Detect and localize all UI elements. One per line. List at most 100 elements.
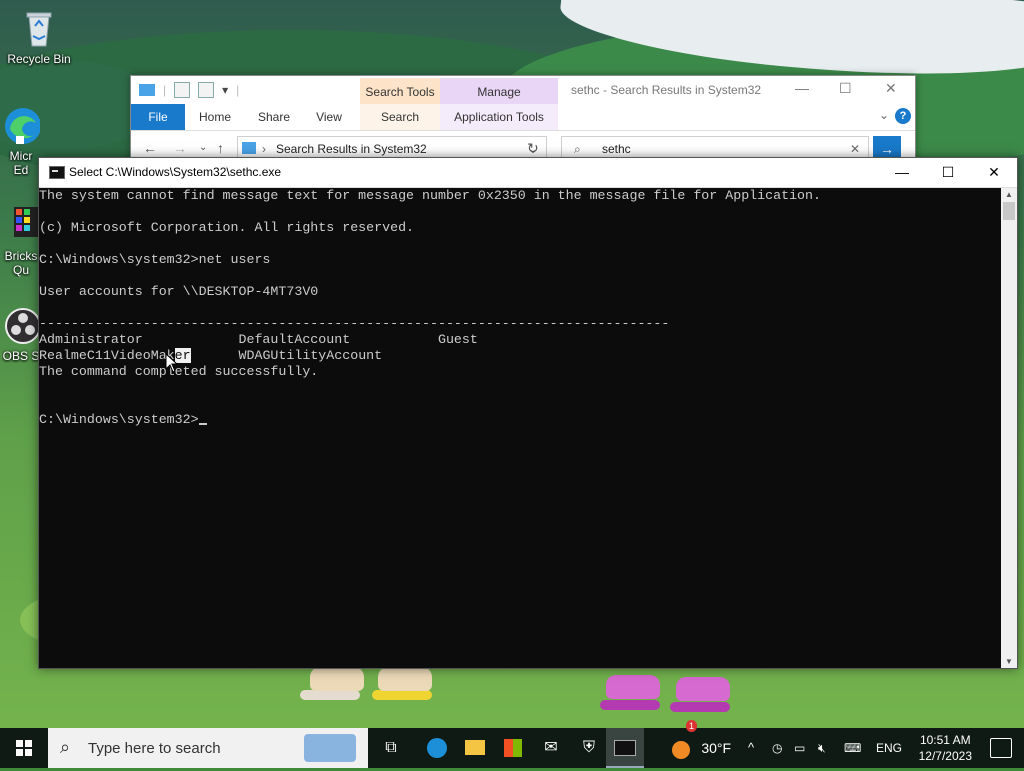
scrollbar-thumb[interactable]	[1003, 202, 1015, 220]
console-scrollbar[interactable]: ▲ ▼	[1001, 188, 1017, 668]
maximize-button[interactable]: ☐	[839, 80, 852, 97]
context-tab-search-tools: Search Tools	[360, 78, 440, 104]
desktop-icon-edge[interactable]: Micr Ed	[2, 105, 40, 177]
console-prompt-line: C:\Windows\system32>	[39, 412, 207, 428]
folder-icon	[465, 740, 485, 756]
console-close-button[interactable]: ✕	[971, 158, 1017, 187]
taskbar-edge[interactable]	[418, 728, 456, 768]
bricks-game-icon	[2, 205, 40, 247]
console-title-bar[interactable]: Select C:\Windows\System32\sethc.exe — ☐…	[39, 158, 1017, 188]
show-hidden-icons-button[interactable]: ^	[748, 728, 754, 768]
console-line: C:\Windows\system32>net users	[39, 252, 271, 267]
language-indicator[interactable]: ENG	[876, 728, 902, 768]
customize-qat-icon[interactable]: ▾	[222, 83, 228, 97]
properties-icon[interactable]	[174, 82, 191, 98]
explorer-title-bar[interactable]: | ▾ | Search Tools Manage sethc - Search…	[131, 76, 915, 104]
console-text: WDAGUtilityAccount	[190, 348, 383, 363]
minimize-button[interactable]: —	[795, 80, 809, 96]
console-prompt: C:\Windows\system32>	[39, 412, 199, 427]
mail-icon: ✉	[544, 739, 558, 756]
back-button[interactable]: ←	[143, 140, 157, 156]
text-cursor	[198, 423, 207, 425]
weather-widget[interactable]: 1 30°F	[672, 720, 732, 768]
console-app-icon	[49, 166, 65, 179]
meet-now-icon[interactable]: ◷	[772, 728, 782, 768]
edge-icon	[2, 105, 40, 147]
task-view-button[interactable]: ⧉	[372, 728, 410, 768]
console-minimize-button[interactable]: —	[879, 158, 925, 187]
task-view-icon: ⧉	[385, 739, 397, 756]
start-button[interactable]	[0, 728, 48, 768]
taskbar-security[interactable]: ⛨	[570, 728, 608, 768]
separator: |	[236, 83, 240, 97]
keyboard-icon[interactable]: ⌨	[844, 728, 861, 768]
new-folder-icon[interactable]	[198, 82, 215, 98]
forward-button[interactable]: →	[173, 140, 187, 156]
console-window-title: Select C:\Windows\System32\sethc.exe	[69, 165, 282, 179]
desktop-icon-label: OBS S	[2, 349, 40, 363]
console-line: (c) Microsoft Corporation. All rights re…	[39, 220, 415, 235]
separator: |	[163, 83, 167, 97]
edge-icon	[427, 737, 447, 758]
search-results-icon	[242, 142, 256, 154]
scroll-down-icon[interactable]: ▼	[1001, 657, 1017, 666]
quick-access-toolbar: | ▾ |	[139, 82, 239, 98]
up-button[interactable]: ↑	[217, 140, 224, 156]
desktop-icon-obs[interactable]: OBS S	[2, 305, 40, 363]
mouse-pointer-icon	[165, 353, 179, 373]
weather-temperature: 30°F	[701, 740, 732, 756]
volume-muted-icon[interactable]: 🔇︎	[818, 728, 826, 768]
system-clock[interactable]: 10:51 AM 12/7/2023	[919, 732, 972, 764]
desktop-icon-label: Bricks Qu	[4, 249, 38, 277]
command-prompt-icon	[614, 739, 636, 756]
obs-icon	[2, 305, 40, 347]
taskbar-store[interactable]	[494, 728, 532, 768]
notification-center-icon[interactable]	[990, 738, 1012, 758]
refresh-button[interactable]: ↻	[527, 140, 539, 157]
taskbar: ⌕ Type here to search ⧉ ✉ ⛨ 1 30°F ^ ◷ ▭…	[0, 720, 1024, 768]
desktop-icon-label: Recycle Bin	[7, 52, 71, 66]
file-explorer-window[interactable]: | ▾ | Search Tools Manage sethc - Search…	[130, 75, 916, 169]
clock-date: 12/7/2023	[918, 749, 972, 763]
recycle-bin-icon	[18, 8, 60, 50]
console-output[interactable]: The system cannot find message text for …	[39, 188, 1001, 668]
tab-view[interactable]: View	[309, 104, 349, 130]
taskbar-command-prompt[interactable]	[606, 728, 644, 768]
help-icon[interactable]: ?	[895, 108, 911, 124]
taskbar-file-explorer[interactable]	[456, 728, 494, 768]
weather-badge: 1	[686, 720, 698, 732]
console-line-selection: RealmeC11VideoMaker WDAGUtilityAccount	[39, 348, 382, 364]
console-window[interactable]: Select C:\Windows\System32\sethc.exe — ☐…	[38, 157, 1018, 669]
weather-icon	[672, 740, 690, 759]
recent-locations-button[interactable]: ⌄	[199, 142, 207, 153]
ribbon-tabs: File Home Share View Search Application …	[131, 104, 915, 131]
context-tab-manage: Manage	[440, 78, 558, 104]
taskbar-mail[interactable]: ✉	[532, 728, 570, 768]
desktop-icon-bricks[interactable]: Bricks Qu	[2, 205, 40, 277]
taskbar-search-placeholder: Type here to search	[88, 740, 221, 757]
shield-icon: ⛨	[582, 739, 595, 756]
clock-time: 10:51 AM	[919, 733, 971, 747]
search-icon: ⌕	[60, 737, 71, 757]
tab-search[interactable]: Search	[360, 104, 440, 130]
console-line: ----------------------------------------…	[39, 316, 670, 331]
tab-share[interactable]: Share	[251, 104, 297, 130]
console-maximize-button[interactable]: ☐	[925, 158, 971, 187]
console-text: RealmeC11VideoMak	[39, 348, 175, 363]
store-bag-icon	[504, 738, 522, 757]
close-button[interactable]: ✕	[885, 80, 897, 97]
taskbar-search-box[interactable]: ⌕ Type here to search	[48, 728, 368, 768]
scroll-up-icon[interactable]: ▲	[1001, 190, 1017, 199]
ribbon-expand-icon[interactable]: ⌄	[879, 108, 889, 122]
explorer-window-title: sethc - Search Results in System32	[571, 83, 762, 97]
console-line: The system cannot find message text for …	[39, 188, 821, 203]
console-line: Administrator DefaultAccount Guest	[39, 332, 478, 347]
tab-home[interactable]: Home	[193, 104, 237, 130]
network-icon[interactable]: ▭	[794, 728, 805, 768]
tab-file[interactable]: File	[131, 104, 185, 130]
search-highlight-image-icon	[304, 734, 356, 762]
tab-application-tools[interactable]: Application Tools	[440, 104, 558, 130]
folder-icon	[139, 84, 155, 96]
windows-logo-icon	[16, 740, 32, 756]
desktop-icon-recycle-bin[interactable]: Recycle Bin	[2, 8, 76, 66]
